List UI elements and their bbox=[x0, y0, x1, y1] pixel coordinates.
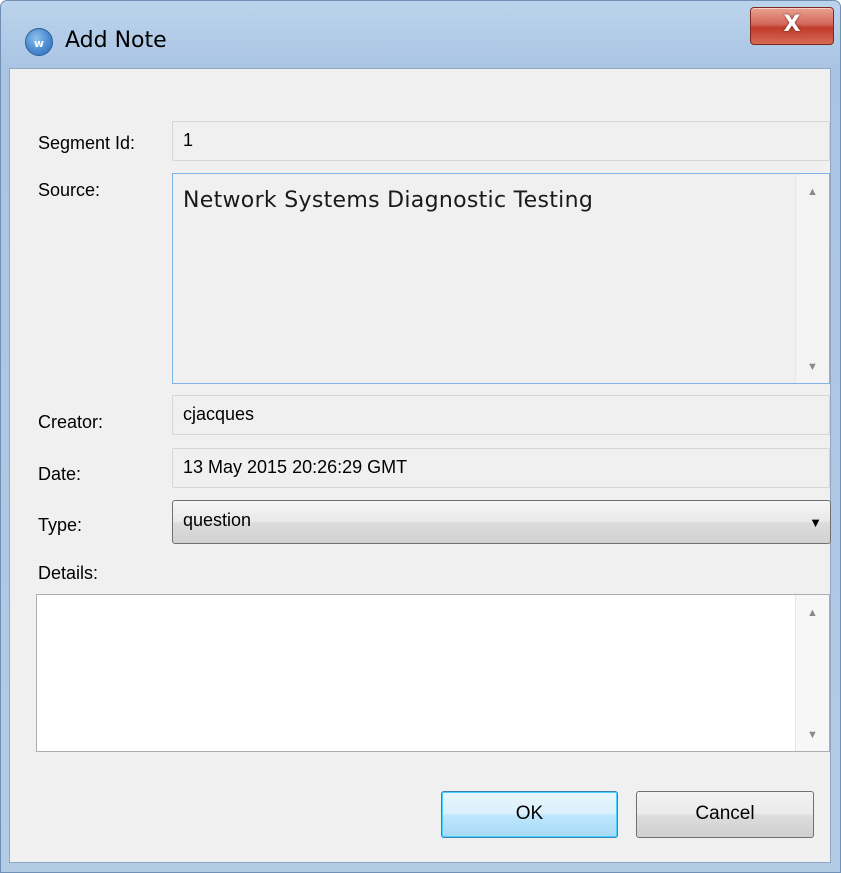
dialog-body: Segment Id: 1 Source: Network Systems Di… bbox=[9, 68, 831, 863]
details-label: Details: bbox=[38, 563, 99, 583]
app-logo-icon: w bbox=[25, 28, 53, 56]
segment-id-field: 1 bbox=[172, 121, 830, 161]
creator-field: cjacques bbox=[172, 395, 830, 435]
creator-label: Creator: bbox=[38, 412, 104, 432]
source-textarea[interactable]: Network Systems Diagnostic Testing ▲ ▼ bbox=[172, 173, 830, 384]
add-note-dialog: w Add Note X Segment Id: 1 Source: Netwo… bbox=[0, 0, 841, 873]
cancel-button[interactable]: Cancel bbox=[636, 791, 814, 838]
source-scrollbar[interactable]: ▲ ▼ bbox=[795, 174, 829, 383]
date-field: 13 May 2015 20:26:29 GMT bbox=[172, 448, 830, 488]
window-title: Add Note bbox=[65, 28, 167, 53]
scroll-up-arrow-icon[interactable]: ▲ bbox=[796, 607, 829, 619]
scroll-down-arrow-icon[interactable]: ▼ bbox=[796, 361, 829, 373]
date-label: Date: bbox=[38, 464, 82, 484]
source-text: Network Systems Diagnostic Testing bbox=[183, 188, 594, 213]
type-selected-value: question bbox=[183, 510, 252, 530]
title-bar[interactable]: w Add Note X bbox=[1, 1, 840, 67]
segment-id-label: Segment Id: bbox=[38, 133, 136, 153]
source-label: Source: bbox=[38, 180, 101, 200]
cancel-button-label: Cancel bbox=[695, 803, 755, 824]
ok-button-label: OK bbox=[515, 803, 544, 824]
type-label: Type: bbox=[38, 515, 83, 535]
scroll-up-arrow-icon[interactable]: ▲ bbox=[796, 186, 829, 198]
scroll-down-arrow-icon[interactable]: ▼ bbox=[796, 729, 829, 741]
details-scrollbar[interactable]: ▲ ▼ bbox=[795, 595, 829, 751]
ok-button[interactable]: OK bbox=[441, 791, 618, 838]
dropdown-arrow-icon[interactable]: ▼ bbox=[809, 515, 822, 530]
close-button[interactable]: X bbox=[750, 7, 834, 45]
type-dropdown[interactable]: question ▼ bbox=[172, 500, 831, 544]
close-icon: X bbox=[783, 12, 801, 37]
details-textarea[interactable]: ▲ ▼ bbox=[36, 594, 830, 752]
